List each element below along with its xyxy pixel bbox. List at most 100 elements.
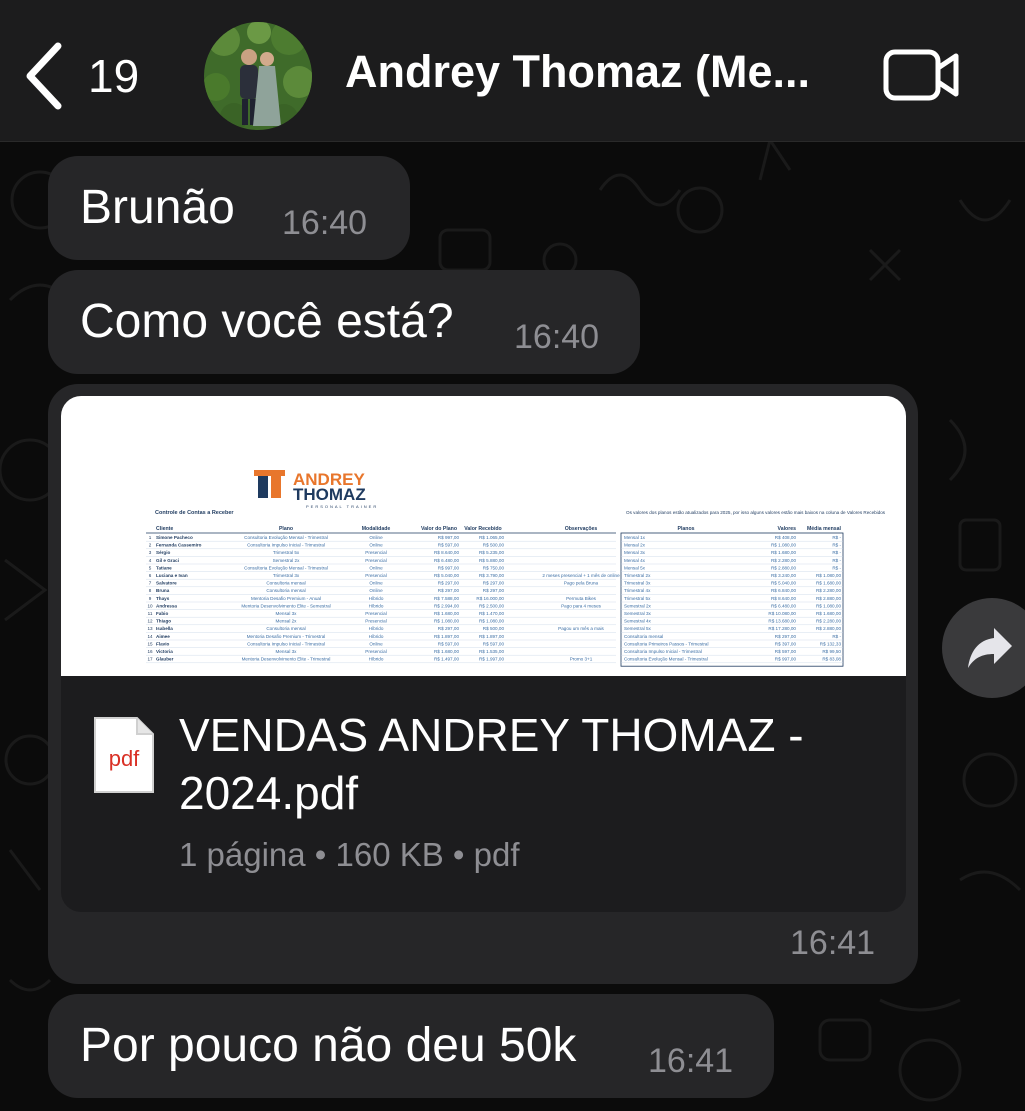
sheet-cell: R$ 297,00 [438,581,460,586]
sheet-row-number: 8 [149,588,152,593]
message-time: 16:40 [514,318,600,356]
sheet-row-number: 5 [149,565,152,570]
document-preview[interactable]: ANDREY THOMAZ PERSONAL TRAINER Controle … [61,396,906,676]
sheet-cell: Mentoria Desenvolvimento Elite - Trimest… [242,657,331,662]
sheet-cell: Online [369,581,383,586]
message-bubble[interactable]: Como você está? 16:40 [48,270,640,374]
side-cell: R$ 132,33 [820,641,842,646]
pdf-file-icon: pdf [91,714,157,796]
sheet-cell: Híbrido [369,657,384,662]
sheet-cell: Pago pela Bruna [564,581,599,586]
sheet-column-header: Modalidade [362,526,391,532]
side-cell: R$ 2.280,00 [771,558,796,563]
sheet-cell: Sérgio [156,550,170,555]
sheet-row-number: 16 [147,649,153,654]
contact-name[interactable]: Andrey Thomaz (Me... [345,46,810,98]
sheet-cell: R$ 1.997,00 [479,657,504,662]
video-call-button[interactable] [882,46,962,104]
sheet-cell: R$ 1.080,00 [434,619,459,624]
sheet-cell: Consultoria Impulso Inicial - Trimestral [247,641,325,646]
side-cell: R$ 997,00 [775,657,797,662]
sheet-cell: R$ 1.535,00 [479,649,504,654]
sheet-cell: 2 meses presencial + 1 mês de online [542,573,620,578]
side-cell: R$ 99,50 [822,649,841,654]
side-cell: Semestral 4x [624,619,652,624]
sheet-title: Controle de Contas a Receber [155,510,234,516]
contact-avatar[interactable] [204,22,312,130]
message-text: Brunão [80,181,235,234]
sheet-cell: Trimestral 3x [273,573,300,578]
sheet-cell: R$ 1.897,00 [479,634,504,639]
side-cell: Consultoria mensal [624,634,663,639]
side-column-header: Planos [677,526,694,532]
side-cell: Mensal 2x [624,543,646,548]
sheet-row-number: 7 [149,581,152,586]
sheet-cell: Presencial [365,573,386,578]
sheet-note: Os valores dos planos estão atualizados … [626,510,886,515]
side-cell: R$ 2.880,00 [816,626,841,631]
side-cell: R$ - [832,543,841,548]
sheet-cell: R$ 1.680,00 [434,611,459,616]
side-column-header: Valores [778,526,797,532]
sheet-cell: Híbrido [369,603,384,608]
side-cell: Trimestral 2x [624,573,651,578]
side-cell: R$ 297,00 [775,634,797,639]
video-camera-icon [883,49,959,101]
sheet-cell: R$ 997,00 [438,565,460,570]
sheet-cell: R$ 7.588,00 [434,596,459,601]
sheet-cell: R$ 1.065,00 [479,535,504,540]
side-cell: R$ 2.280,00 [816,588,841,593]
sheet-row-number: 14 [147,634,153,639]
chat-header: 19 Andrey Thomaz (Me... [0,0,1025,142]
side-cell: R$ 8.640,00 [771,596,796,601]
sheet-cell: Salvatore [156,581,177,586]
document-title: VENDAS ANDREY THOMAZ - 2024.pdf [179,709,804,819]
sheet-column-header: Cliente [156,526,173,532]
avatar-image [204,22,312,130]
sheet-cell: R$ 1.080,00 [479,619,504,624]
forward-arrow-icon [968,628,1012,668]
sheet-cell: Consultoria mensal [266,626,305,631]
side-cell: R$ 10.080,00 [768,611,796,616]
sheet-cell: Online [369,588,383,593]
side-cell: R$ 83,08 [822,657,841,662]
sheet-cell: R$ 297,00 [483,588,505,593]
side-cell: R$ 408,00 [775,535,797,540]
side-cell: R$ 3.240,00 [771,573,796,578]
sheet-cell: R$ 8.640,00 [434,550,459,555]
sheet-cell: Online [369,565,383,570]
sheet-cell: Consultoria mensal [266,588,305,593]
sheet-row-number: 11 [148,611,153,616]
sheet-cell: R$ 297,00 [438,626,460,631]
side-cell: R$ 6.480,00 [771,603,796,608]
side-cell: Consultoria Impulso Inicial - Trimestral [624,649,702,654]
sheet-cell: Online [369,543,383,548]
document-info[interactable]: pdf VENDAS ANDREY THOMAZ - 2024.pdf 1 pá… [61,676,906,912]
message-time: 16:41 [790,924,876,962]
side-cell: Consultoria Evolução Mensal - Trimestral [624,657,708,662]
sheet-row-number: 9 [149,596,152,601]
back-button[interactable]: 19 [22,40,162,112]
sheet-row-number: 2 [149,543,152,548]
sheet-cell: Consultoria Impulso Inicial - Trimestral [247,543,325,548]
side-column-header: Média mensal [807,526,842,532]
message-bubble[interactable]: Por pouco não deu 50k 16:41 [48,994,774,1098]
side-cell: R$ 597,00 [775,649,797,654]
sheet-column-header: Valor do Plano [421,526,457,532]
sheet-row-number: 4 [149,558,152,563]
side-cell: Mensal 3x [624,550,646,555]
sheet-cell: Trimestral 5x [273,550,300,555]
side-cell: Trimestral 4x [624,588,651,593]
side-cell: R$ 6.840,00 [771,588,796,593]
side-cell: Mensal 5x [624,565,646,570]
sheet-cell: R$ 297,00 [483,581,505,586]
sheet-cell: Fernanda Cassemiro [156,543,202,548]
sheet-cell: Tatiane [156,565,172,570]
sheet-cell: R$ 5.040,00 [434,573,459,578]
sheet-cell: Thays [156,596,170,601]
message-text: Por pouco não deu 50k [80,1019,577,1072]
message-bubble[interactable]: Brunão 16:40 [48,156,410,260]
sheet-cell: Online [369,535,383,540]
spreadsheet-preview: ANDREY THOMAZ PERSONAL TRAINER Controle … [146,470,886,667]
message-time: 16:41 [648,1042,734,1080]
